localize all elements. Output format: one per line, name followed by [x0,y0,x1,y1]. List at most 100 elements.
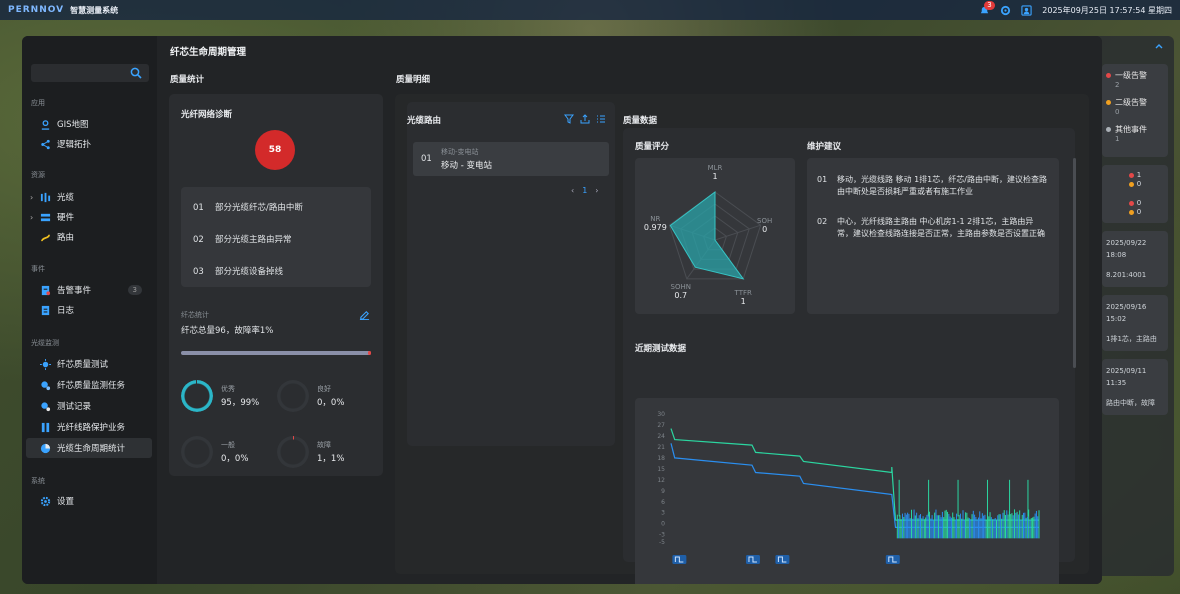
issue-num: 01 [193,203,204,213]
scrollbar[interactable] [1073,158,1076,368]
series-line [670,428,1039,521]
radar-label: TTFR [734,289,752,297]
y-tick-label: 9 [661,488,665,495]
section-event: 事件 [31,265,45,273]
advice-item[interactable]: 02 中心，光纤线路主路由 中心机房1-1 2排1芯，主路由异常，建议检查线路连接… [817,216,1049,240]
advice-item[interactable]: 01 移动，光缆线路 移动 1排1芯，纤芯/路由中断，建议检查路由中断处是否损耗严… [817,174,1049,198]
alarm-label: 一级告警 [1115,71,1147,80]
issue-item[interactable]: 01 部分光缆纤芯/路由中断 [193,201,303,213]
sidebar-item-hardware[interactable]: › 硬件 [26,207,152,227]
advice-title: 维护建议 [807,142,842,152]
alarm-count: 1 [1115,135,1120,143]
alarm-desc: 8.201:4001 [1106,271,1147,279]
section-quality-detail: 质量明细 [396,75,431,85]
brand-name: 智慧测量系统 [70,5,119,15]
sidebar-item-label: 纤芯质量测试 [57,360,109,370]
prev-page-button[interactable]: ‹ [571,186,574,195]
alarm-count: 2 [1115,81,1120,89]
section-system: 系统 [31,477,45,485]
search-icon[interactable] [130,67,142,79]
orange-dot [1128,182,1134,187]
route-card: 光缆路由 01 移动-变电站 移动 - 变电站 ‹ 1 › [407,102,615,446]
main-window: 应用 GIS地图 逻辑拓扑 资源 › 光缆 › 硬件 路由 事件 告警事件 3 [22,36,1102,584]
cable-icon [40,192,51,203]
pie-icon [40,443,51,454]
series-line [670,443,1039,528]
issue-num: 02 [193,235,204,245]
log-icon [40,305,51,316]
notification-badge: 3 [984,0,995,10]
advice-text: 移动，光缆线路 移动 1排1芯，纤芯/路由中断，建议检查路由中断处是否损耗严重或… [837,175,1047,196]
alarm-card[interactable]: 2025/09/11 11:35 路由中断，故障 [1102,359,1168,415]
ring-chart [181,436,213,468]
radar-label: NR [650,215,660,223]
ring-chart [277,380,309,412]
sidebar-item-alarm[interactable]: 告警事件 3 [26,280,152,300]
route-list-item[interactable]: 01 移动-变电站 移动 - 变电站 [413,142,609,176]
sidebar-item-test-record[interactable]: 测试记录 [26,396,152,416]
sidebar-item-settings[interactable]: 设置 [26,491,152,511]
ring-chart [277,436,309,468]
diagnosis-card: 光纤网络诊断 58 01 部分光缆纤芯/路由中断 02 部分光缆主路由异常 03 部分… [169,94,383,476]
filter-icon[interactable] [564,114,574,127]
sidebar-item-fiber-test[interactable]: 纤芯质量测试 [26,354,152,374]
user-icon[interactable] [1021,4,1032,16]
sidebar-item-topology[interactable]: 逻辑拓扑 [26,134,152,154]
sidebar-item-label: 路由 [57,233,75,243]
advice-num: 01 [817,175,828,184]
chevron-right-icon[interactable]: › [30,213,33,222]
alarm-level-2[interactable]: 二级告警 0 [1106,97,1164,116]
sidebar-item-lifecycle[interactable]: 光缆生命周期统计 [26,438,152,458]
section-monitor: 光缆监测 [31,339,59,347]
alarm-summary: 一级告警 2 二级告警 0 其他事件 1 [1102,64,1168,157]
ring-label: 一般 [221,441,235,449]
y-tick-label: 3 [661,510,665,517]
fiber-stat-text: 纤芯总量96，故障率1% [181,326,274,336]
y-tick-label: -3 [659,532,665,539]
section-resource: 资源 [31,171,45,179]
alarm-card[interactable]: 2025/09/16 15:02 1排1芯，主路由 [1102,295,1168,351]
content-area: 纤芯生命周期管理 质量统计 质量明细 光纤网络诊断 58 01 部分光缆纤芯/路由… [157,36,1102,584]
issue-item[interactable]: 03 部分光缆设备掉线 [193,265,283,277]
fiber-stat-label: 纤芯统计 [181,311,209,319]
ring-value: 0，0% [221,454,249,464]
sidebar-item-label: 日志 [57,306,75,316]
y-tick-label: -5 [659,539,665,546]
brand-logo: PERNNOV [8,5,65,15]
radar-value: 0.7 [674,291,687,300]
server-icon [40,212,51,223]
sidebar-item-label: 测试记录 [57,402,92,412]
current-page[interactable]: 1 [582,186,587,195]
alarm-other[interactable]: 其他事件 1 [1106,124,1164,143]
edit-icon[interactable] [359,309,370,320]
page-title: 纤芯生命周期管理 [170,47,247,58]
radar-svg: MLR1SOH0TTFR1SOHN0.7NR0.979 [644,164,772,306]
radar-value: 0 [762,225,767,234]
task-icon [40,380,51,391]
sidebar-item-log[interactable]: 日志 [26,300,152,320]
sidebar-item-label: 硬件 [57,213,75,223]
sidebar-item-protect[interactable]: 光纤线路保护业务 [26,417,152,437]
chevron-right-icon[interactable]: › [30,193,33,202]
alarm-level-1[interactable]: 一级告警 2 [1106,70,1164,89]
issue-item[interactable]: 02 部分光缆主路由异常 [193,233,292,245]
issue-list: 01 部分光缆纤芯/路由中断 02 部分光缆主路由异常 03 部分光缆设备掉线 [181,187,371,287]
sidebar-item-gis[interactable]: GIS地图 [26,114,152,134]
collapse-icon[interactable] [1154,41,1164,54]
sun-icon [40,358,51,370]
gear-icon[interactable] [1000,5,1011,16]
section-quality-stats: 质量统计 [170,75,205,85]
sidebar-item-route[interactable]: 路由 [26,227,152,247]
ring-label: 良好 [317,385,331,393]
radar-label: SOH [757,217,772,225]
red-dot [1128,201,1134,206]
sidebar-item-fiber-task[interactable]: 纤芯质量监测任务 [26,375,152,395]
alarm-card[interactable]: 2025/09/22 18:08 8.201:4001 [1102,231,1168,287]
list-icon[interactable] [596,114,606,127]
bell-icon[interactable]: 3 [979,0,995,16]
export-icon[interactable] [580,114,590,127]
sidebar-item-label: 光纤线路保护业务 [57,423,126,433]
alarm-mini-stats: 1 0 0 0 [1102,165,1168,223]
next-page-button[interactable]: › [595,186,598,195]
sidebar-item-cable[interactable]: › 光缆 [26,187,152,207]
